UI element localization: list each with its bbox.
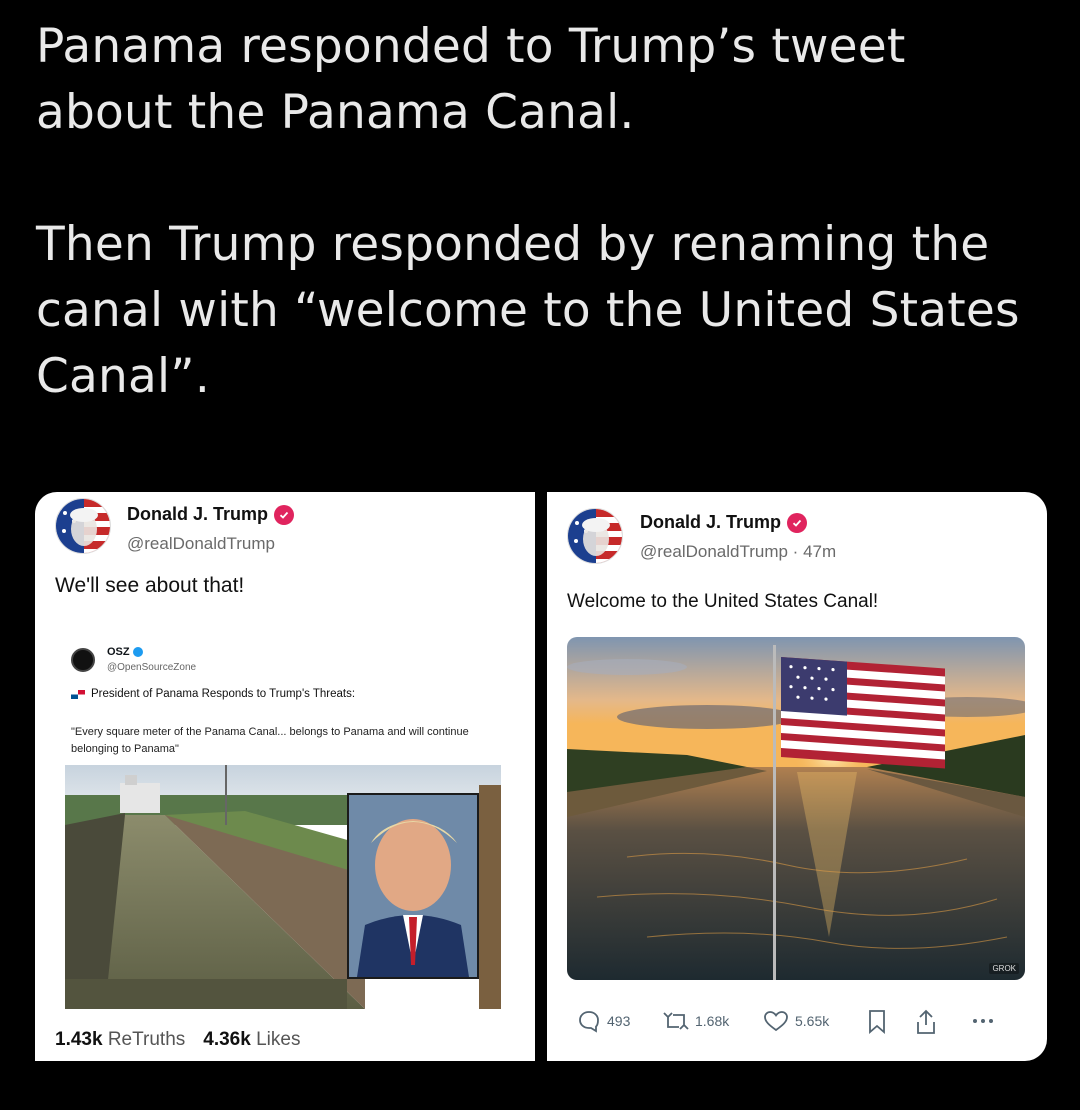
embedded-title: President of Panama Responds to Trump's … <box>71 688 355 700</box>
reply-icon <box>579 1011 599 1033</box>
like-button[interactable]: 5.65k <box>763 1009 829 1033</box>
embedded-quote: "Every square meter of the Panama Canal.… <box>71 726 469 755</box>
canal-flag-sunset-image[interactable]: GROK <box>567 637 1025 980</box>
like-count: 5.65k <box>795 1013 830 1029</box>
more-icon <box>973 1019 993 1023</box>
headline-line-2: Then Trump responded by renaming the can… <box>36 217 1020 404</box>
retruth-icon <box>663 1012 689 1030</box>
author-avatar[interactable] <box>55 498 111 554</box>
more-options-button[interactable] <box>971 1009 995 1033</box>
post-text: We'll see about that! <box>55 574 245 597</box>
heart-icon <box>764 1011 788 1032</box>
reply-button[interactable]: 493 <box>577 1009 630 1033</box>
share-icon <box>917 1009 935 1034</box>
embedded-author-handle: @OpenSourceZone <box>107 662 197 673</box>
retruths-stat[interactable]: 1.43k ReTruths <box>55 1029 185 1051</box>
post-action-bar: 493 1.68k 5.65k <box>573 1009 1013 1039</box>
verified-badge-icon <box>787 512 808 533</box>
left-post-card[interactable]: Donald J. Trump @realDonaldTrump We'll s… <box>35 492 535 1061</box>
bookmark-icon <box>869 1010 885 1034</box>
grok-watermark: GROK <box>989 963 1019 974</box>
reply-count: 493 <box>607 1013 631 1029</box>
right-post-card[interactable]: Donald J. Trump @realDonaldTrump · 47m W… <box>547 492 1047 1061</box>
bookmark-button[interactable] <box>867 1009 887 1035</box>
panama-flag-icon <box>71 689 85 699</box>
osz-avatar <box>71 648 95 672</box>
author-name[interactable]: Donald J. Trump <box>640 512 808 533</box>
post-text: Welcome to the United States Canal! <box>567 591 879 612</box>
verified-badge-icon <box>132 647 143 657</box>
canal-lock-photo <box>65 765 501 1009</box>
retruth-count: 1.68k <box>695 1013 730 1029</box>
embedded-author-name: OSZ <box>107 646 143 658</box>
likes-stat[interactable]: 4.36k Likes <box>203 1029 300 1051</box>
headline-line-1: Panama responded to Trump’s tweet about … <box>36 19 906 140</box>
share-button[interactable] <box>915 1009 937 1035</box>
headline: Panama responded to Trump’s tweet about … <box>36 14 1046 410</box>
post-stats: 1.43k ReTruths 4.36k Likes <box>55 1029 300 1051</box>
retruth-button[interactable]: 1.68k <box>663 1009 729 1033</box>
author-handle[interactable]: @realDonaldTrump <box>127 534 275 554</box>
author-avatar[interactable] <box>567 508 623 564</box>
author-handle[interactable]: @realDonaldTrump · 47m <box>640 542 836 562</box>
verified-badge-icon <box>274 504 295 525</box>
author-name[interactable]: Donald J. Trump <box>127 504 295 525</box>
